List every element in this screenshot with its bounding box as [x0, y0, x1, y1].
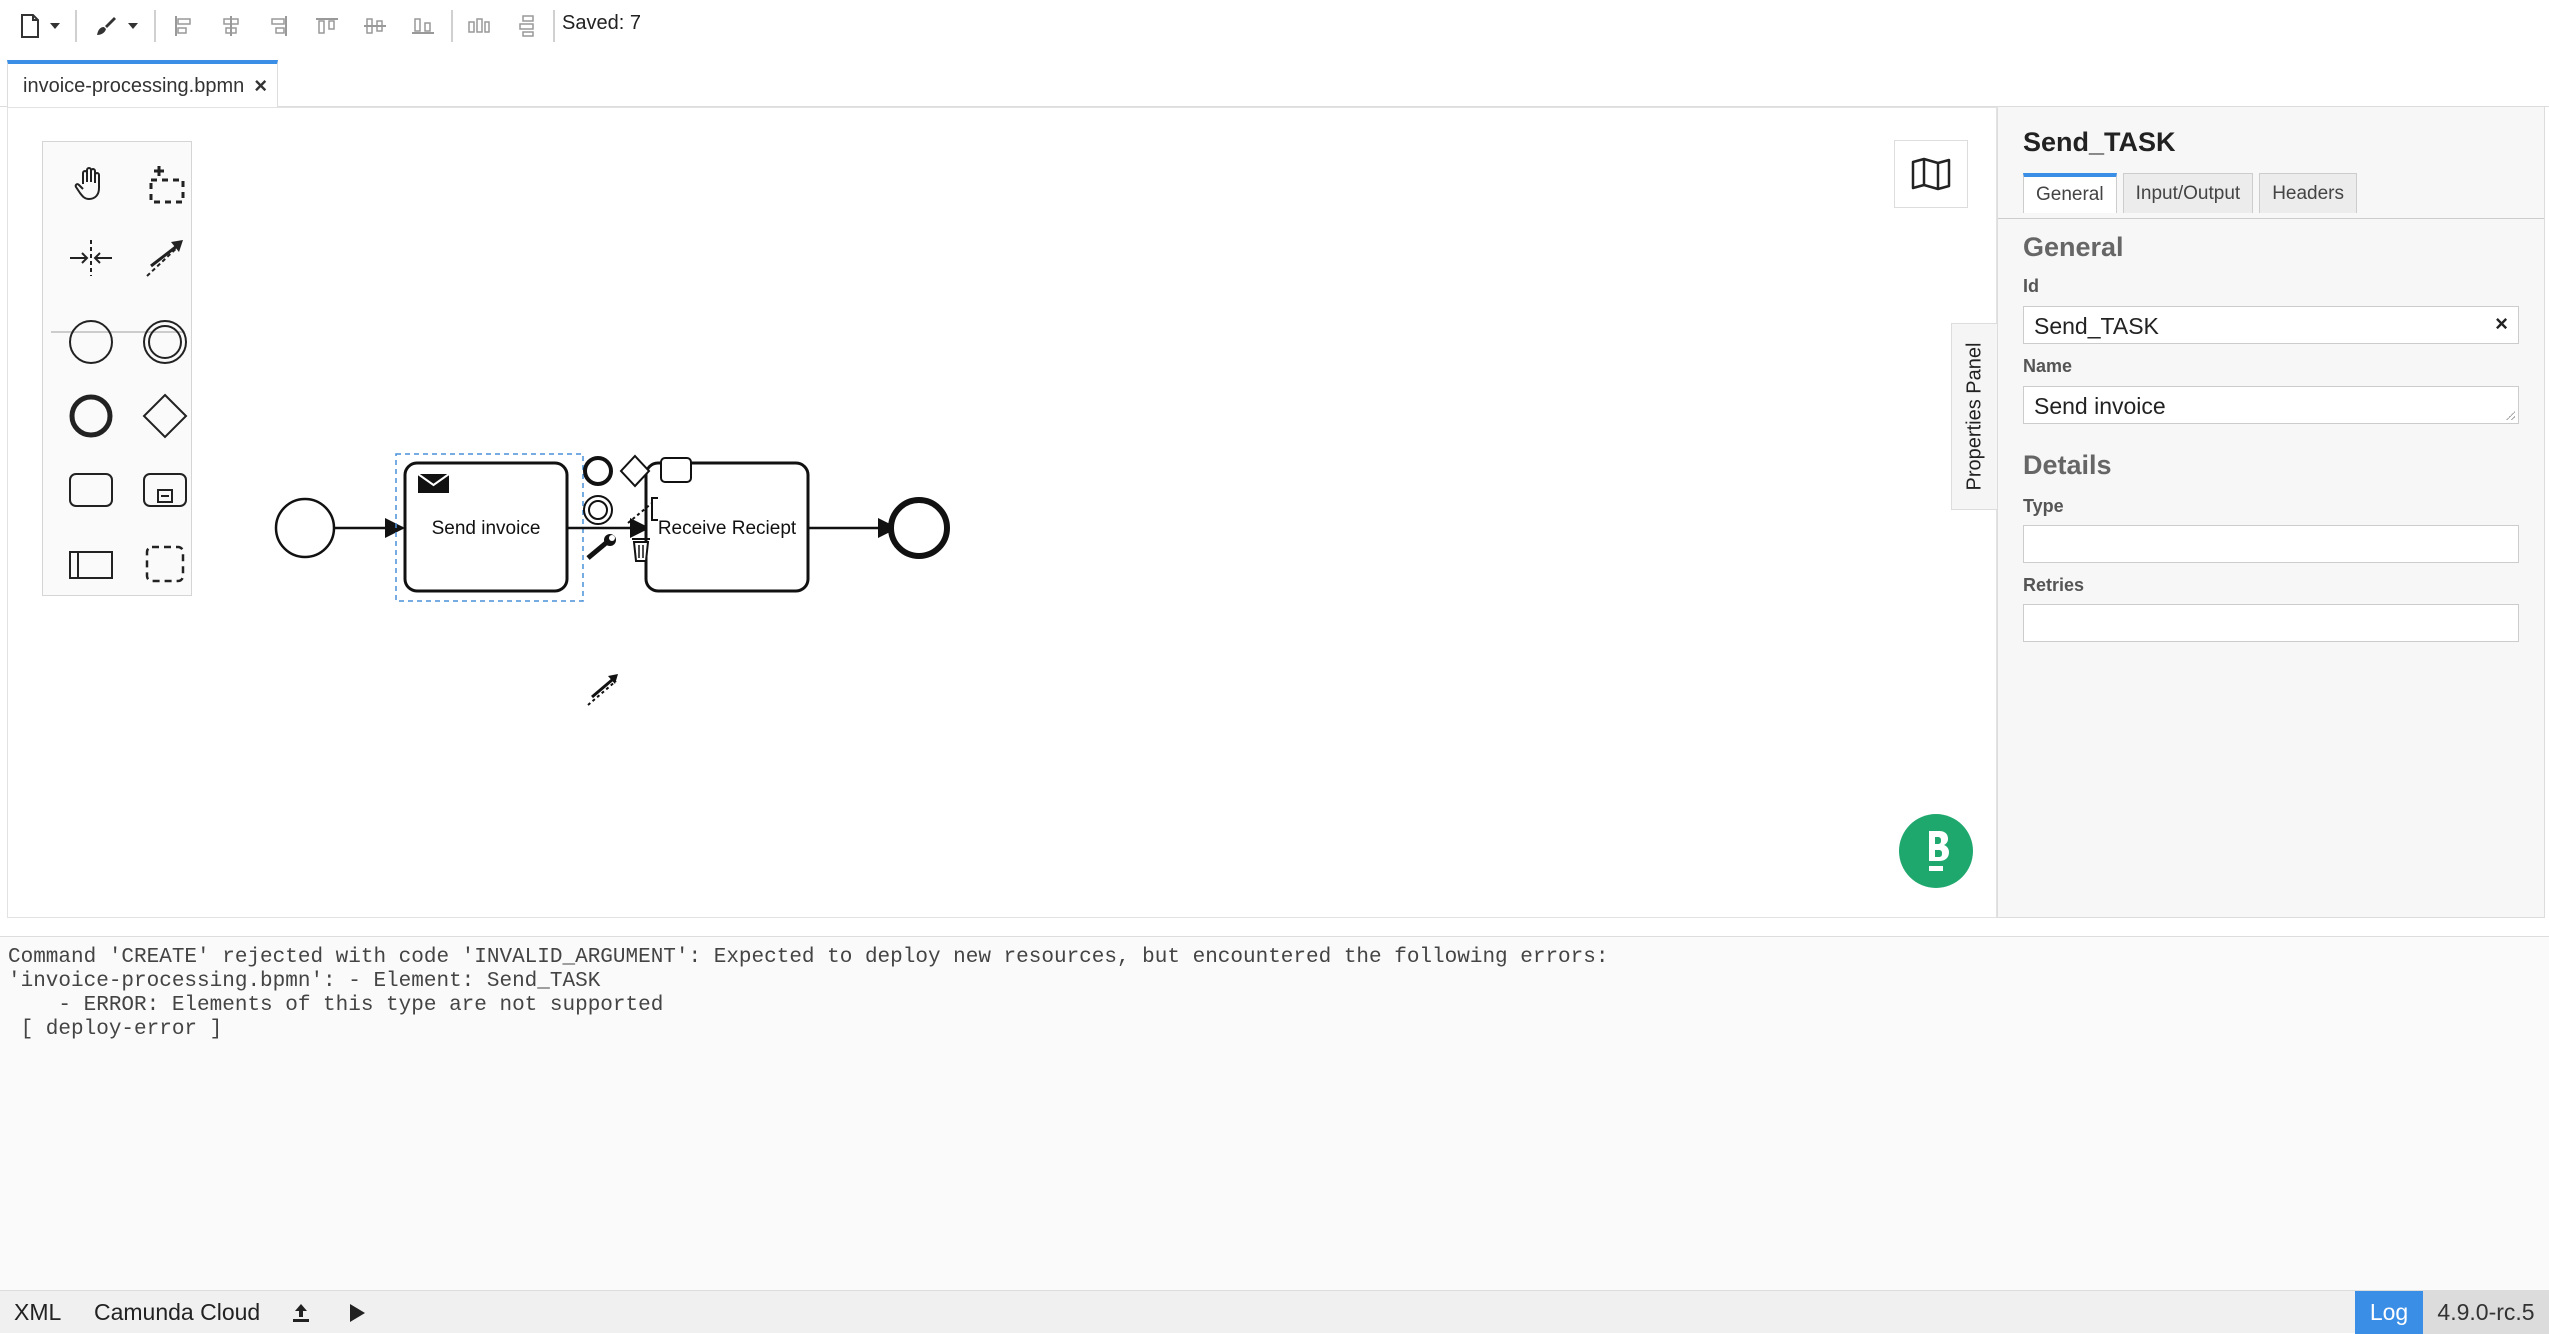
send-invoice-task-label: Send invoice [432, 518, 541, 539]
tab-input-output[interactable]: Input/Output [2122, 173, 2254, 213]
connect-arrow-icon[interactable] [587, 674, 618, 706]
align-bottom-icon[interactable] [408, 8, 438, 44]
chevron-down-icon[interactable] [124, 8, 142, 44]
name-value: Send invoice [2034, 393, 2166, 419]
send-invoice-task[interactable]: Send invoice [403, 461, 569, 593]
version-label: 4.9.0-rc.5 [2423, 1291, 2549, 1334]
align-right-icon[interactable] [264, 8, 294, 44]
align-left-icon[interactable] [168, 8, 198, 44]
toolbar-separator [553, 10, 555, 42]
toolbar-separator [75, 10, 77, 42]
end-event[interactable] [888, 497, 950, 559]
bpmn-io-logo[interactable] [1898, 813, 1974, 889]
toolbar-separator [451, 10, 453, 42]
file-tab-bar: invoice-processing.bpmn × [0, 52, 2549, 108]
clear-id-icon[interactable]: × [2495, 311, 2508, 337]
log-line: 'invoice-processing.bpmn': - Element: Se… [8, 970, 601, 993]
retries-label: Retries [2023, 575, 2085, 595]
platform-button[interactable]: Camunda Cloud [94, 1291, 260, 1334]
paint-brush-icon[interactable] [88, 8, 124, 44]
context-pad [583, 454, 692, 706]
name-label: Name [2023, 356, 2073, 376]
tab-general[interactable]: General [2023, 173, 2117, 213]
close-tab-icon[interactable]: × [254, 73, 267, 99]
new-file-icon[interactable] [12, 8, 48, 44]
id-value: Send_TASK [2034, 313, 2159, 339]
toolbar: Saved: 7 [0, 0, 2549, 52]
distribute-horizontal-icon[interactable] [464, 8, 494, 44]
deploy-icon[interactable] [290, 1291, 312, 1334]
toolbar-separator [154, 10, 156, 42]
tab-divider [1998, 218, 2544, 219]
tab-headers[interactable]: Headers [2259, 173, 2358, 213]
general-section-title: General [2023, 232, 2124, 262]
align-top-icon[interactable] [312, 8, 342, 44]
properties-panel-title: Send_TASK [2023, 127, 2176, 157]
properties-panel: Send_TASK General Input/Output Headers G… [1997, 107, 2545, 918]
properties-panel-toggle[interactable]: Properties Panel [1951, 323, 1998, 510]
log-line: Command 'CREATE' rejected with code 'INV… [8, 946, 1609, 969]
chevron-down-icon[interactable] [46, 8, 64, 44]
retries-field[interactable] [2023, 604, 2519, 642]
map-icon [1911, 157, 1951, 191]
minimap-toggle-button[interactable] [1894, 140, 1968, 208]
xml-button[interactable]: XML [14, 1291, 61, 1334]
append-task-icon[interactable] [660, 457, 692, 483]
log-panel[interactable]: Command 'CREATE' rejected with code 'INV… [0, 936, 2549, 1290]
type-field[interactable] [2023, 525, 2519, 563]
align-middle-icon[interactable] [360, 8, 390, 44]
id-field[interactable]: Send_TASK × [2023, 306, 2519, 344]
start-instance-icon[interactable] [348, 1291, 366, 1334]
bpmn-diagram: Send invoice Receive Reciept [274, 453, 950, 706]
properties-panel-toggle-label: Properties Panel [1963, 342, 1986, 491]
distribute-vertical-icon[interactable] [512, 8, 542, 44]
properties-tabs: General Input/Output Headers [2023, 173, 2358, 213]
align-center-icon[interactable] [216, 8, 246, 44]
id-label: Id [2023, 276, 2039, 296]
details-section-title: Details [2023, 450, 2112, 480]
bpmn-canvas[interactable]: Send invoice Receive Reciept [7, 107, 1997, 918]
append-end-event-icon[interactable] [583, 456, 613, 486]
log-line: [ deploy-error ] [8, 1018, 223, 1041]
log-line: - ERROR: Elements of this type are not s… [8, 994, 664, 1017]
start-event[interactable] [274, 497, 336, 559]
type-label: Type [2023, 496, 2064, 516]
file-tab[interactable]: invoice-processing.bpmn × [7, 60, 278, 108]
log-toggle-button[interactable]: Log [2355, 1291, 2423, 1334]
status-bar: XML Camunda Cloud Log 4.9.0-rc.5 [0, 1290, 2549, 1334]
name-field[interactable]: Send invoice [2023, 386, 2519, 424]
resize-handle[interactable] [2505, 410, 2515, 420]
append-intermediate-event-icon[interactable] [583, 495, 613, 525]
saved-counter: Saved: 7 [562, 12, 641, 34]
delete-trash-icon[interactable] [632, 538, 650, 562]
file-tab-label: invoice-processing.bpmn [23, 74, 245, 97]
